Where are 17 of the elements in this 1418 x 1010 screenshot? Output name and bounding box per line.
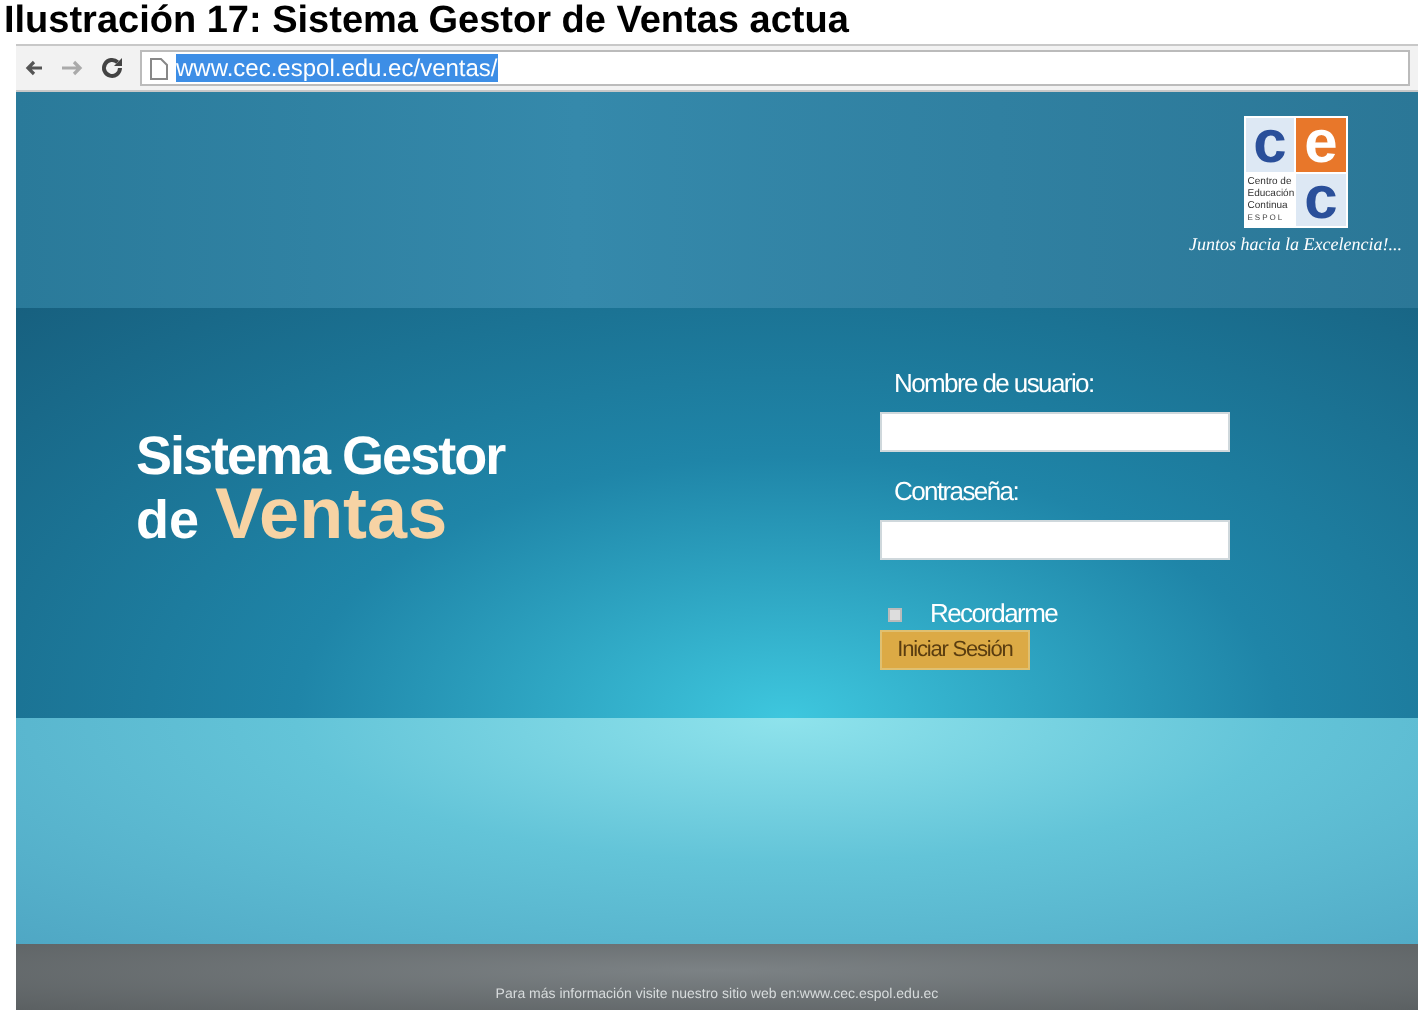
- remember-label: Recordarme: [930, 600, 1058, 628]
- field-label: Nombre de usuario:: [894, 368, 1096, 400]
- reload-icon[interactable]: [100, 56, 124, 80]
- page-icon: [150, 57, 168, 79]
- forward-icon[interactable]: [60, 56, 84, 80]
- field-label: Contraseña:: [894, 476, 1021, 508]
- password-field[interactable]: [880, 520, 1230, 560]
- caption: Ilustración 17: Sistema Gestor de Ventas actua: [2, 0, 851, 44]
- title-line: Sistema Gestor: [136, 428, 508, 484]
- username-field[interactable]: [880, 412, 1230, 452]
- title-word: de: [136, 490, 200, 550]
- slogan: Juntos hacia la Excelencia!...: [1189, 232, 1402, 258]
- remember-checkbox[interactable]: [888, 607, 902, 621]
- address-bar[interactable]: www.cec.espol.edu.ec/ventas/: [140, 50, 1410, 86]
- login-button[interactable]: Iniciar Sesión: [880, 630, 1030, 670]
- back-icon[interactable]: [24, 56, 44, 80]
- title-emphasis: Ventas: [215, 484, 448, 544]
